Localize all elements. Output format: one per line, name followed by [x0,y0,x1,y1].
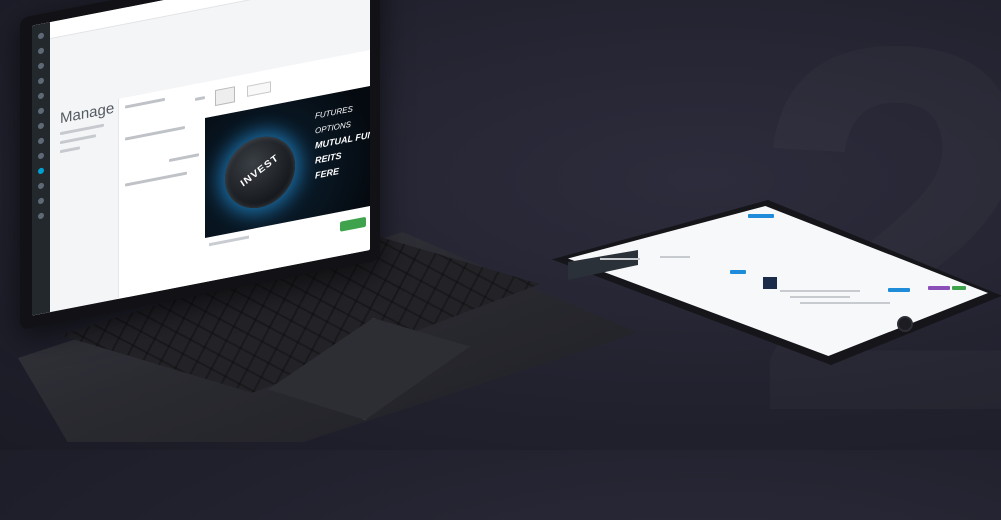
knob-label: INVEST [239,152,281,190]
menu-dot-icon[interactable] [38,92,44,100]
field-label [195,96,205,101]
field-label [125,97,165,109]
submenu-list [60,123,110,160]
menu-dot-icon[interactable] [38,152,44,160]
tablet-green-button[interactable] [952,286,966,290]
submenu-item[interactable] [60,146,80,154]
menu-dot-icon[interactable] [38,107,44,115]
tablet-text-line [780,290,860,292]
tablet-purple-button[interactable] [928,286,950,290]
admin-topbar [50,0,370,40]
laptop-display: Manage Site INVEST FUTURES OPTIONS MUTUA… [32,0,370,316]
save-button[interactable] [340,216,366,232]
menu-dot-icon[interactable] [38,137,44,145]
menu-dot-icon[interactable] [38,212,44,220]
invest-options: FUTURES OPTIONS MUTUAL FUNDS REITS FERE [315,95,370,184]
admin-sidebar [32,22,50,316]
menu-dot-icon[interactable] [38,197,44,205]
invest-knob: INVEST [225,130,295,215]
menu-dot-icon[interactable] [38,62,44,70]
menu-dot-icon[interactable] [38,122,44,130]
settings-panel: INVEST FUTURES OPTIONS MUTUAL FUNDS REIT… [118,49,370,299]
submenu-item[interactable] [60,134,96,145]
tablet-primary-button[interactable] [748,214,774,218]
tablet-logo-thumbnail [763,277,777,289]
field-label [125,171,187,187]
field-label [125,125,185,141]
tablet-blue-button[interactable] [888,288,910,292]
home-button-icon[interactable] [897,316,913,332]
tablet-accent-bar [730,270,746,274]
menu-dot-icon[interactable] [38,182,44,190]
logo-thumbnail[interactable] [215,86,235,107]
tablet-text-line [790,296,850,298]
tablet-text-line [800,302,890,304]
wordpress-logo-icon[interactable] [38,32,44,40]
upload-button[interactable] [247,81,271,97]
tablet-text-line [600,258,640,260]
tablet-text-line [660,256,690,258]
menu-dot-icon[interactable] [38,47,44,55]
menu-dot-icon[interactable] [38,167,44,175]
field-label [169,153,199,163]
menu-dot-icon[interactable] [38,77,44,85]
image-caption [209,235,249,247]
